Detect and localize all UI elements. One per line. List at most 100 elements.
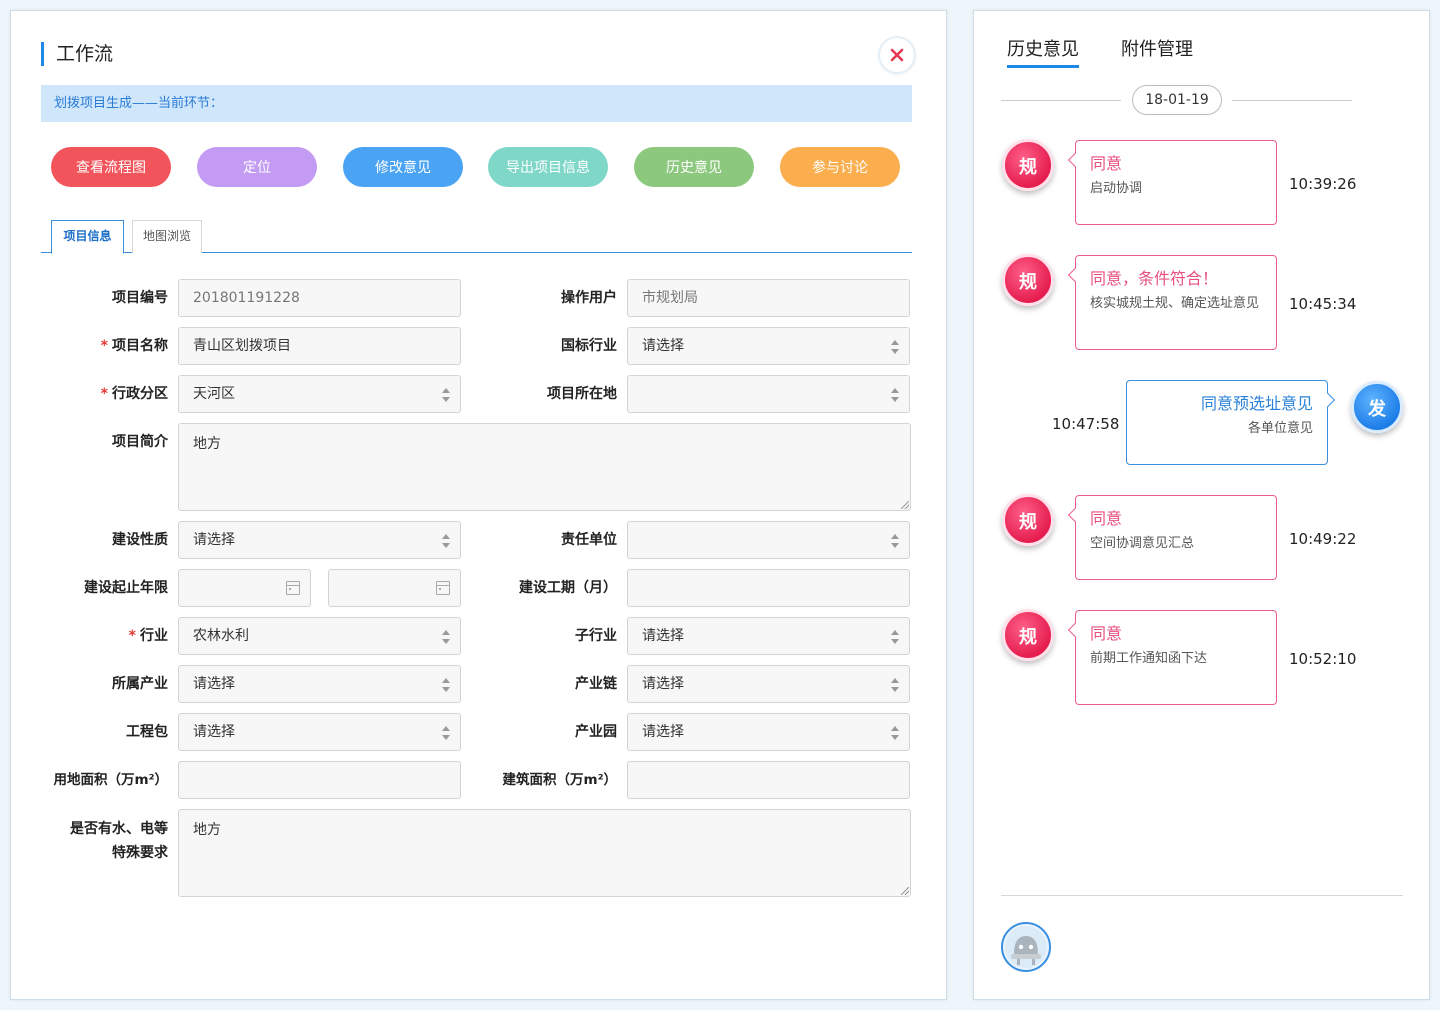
- select-arrows-icon: [442, 726, 450, 740]
- sector-select[interactable]: 请选择: [178, 665, 461, 703]
- tab-attachment[interactable]: 附件管理: [1121, 37, 1193, 63]
- message-sub: 启动协调: [1090, 181, 1143, 196]
- discussion-button[interactable]: 参与讨论: [780, 147, 900, 187]
- special-req-textarea[interactable]: 地方: [178, 809, 911, 897]
- select-arrows-icon: [891, 388, 899, 402]
- build-area-field[interactable]: [627, 761, 910, 799]
- calendar-icon[interactable]: [436, 581, 450, 595]
- build-nature-select[interactable]: 请选择: [178, 521, 461, 559]
- select-arrows-icon: [891, 678, 899, 692]
- panel-title: 工作流: [41, 42, 113, 66]
- user-avatar[interactable]: [1001, 922, 1051, 972]
- package-label: 工程包: [126, 724, 168, 740]
- location-label: 项目所在地: [547, 386, 617, 402]
- package-select[interactable]: 请选择: [178, 713, 461, 751]
- special-req-label: 是否有水、电等 特殊要求: [70, 821, 168, 861]
- message-bubble: 同意，条件符合！ 核实城规土规、确定选址意见: [1067, 255, 1277, 350]
- current-step-notice: 划拨项目生成——当前环节：: [41, 85, 912, 122]
- message-bubble: 同意 启动协调: [1067, 140, 1277, 225]
- park-select[interactable]: 请选择: [627, 713, 910, 751]
- required-mark: *: [100, 386, 108, 402]
- action-toolbar: 查看流程图 定位 修改意见 导出项目信息 历史意见 参与讨论: [51, 147, 901, 187]
- industry-select[interactable]: 农林水利: [178, 617, 461, 655]
- avatar: 规: [1002, 254, 1054, 306]
- select-arrows-icon: [891, 630, 899, 644]
- avatar: 规: [1002, 494, 1054, 546]
- close-icon: [890, 48, 904, 62]
- message-sub: 核实城规土规、确定选址意见: [1090, 296, 1260, 311]
- build-start-date[interactable]: [178, 569, 311, 607]
- divider: [1232, 100, 1352, 101]
- park-label: 产业园: [575, 724, 617, 740]
- history-opinion-button[interactable]: 历史意见: [634, 147, 754, 187]
- tab-map-browse[interactable]: 地图浏览: [132, 220, 202, 253]
- resize-grip-icon[interactable]: [901, 501, 909, 509]
- bubble-tail: [1320, 392, 1336, 408]
- industry-label: * 行业: [128, 628, 168, 644]
- land-area-field[interactable]: [178, 761, 461, 799]
- info-tabs: 项目信息 地图浏览: [41, 220, 912, 254]
- message-time: 10:47:58: [1052, 415, 1120, 433]
- operator-field[interactable]: 市规划局: [627, 279, 910, 317]
- view-flowchart-button[interactable]: 查看流程图: [51, 147, 171, 187]
- build-period-field[interactable]: [627, 569, 910, 607]
- resp-unit-label: 责任单位: [561, 532, 617, 548]
- message-time: 10:49:22: [1289, 530, 1357, 548]
- message-sub: 空间协调意见汇总: [1090, 536, 1195, 551]
- land-area-label: 用地面积（万m²）: [53, 772, 168, 788]
- build-nature-label: 建设性质: [112, 532, 168, 548]
- tab-project-info[interactable]: 项目信息: [51, 220, 124, 254]
- sector-label: 所属产业: [112, 676, 168, 692]
- project-name-field[interactable]: 青山区划拨项目: [178, 327, 461, 365]
- sub-industry-select[interactable]: 请选择: [627, 617, 910, 655]
- opinion-panel: 历史意见 附件管理 18-01-19 规 同意 启动协调 10:39:26 规 …: [973, 10, 1430, 1000]
- message-sub: 前期工作通知函下达: [1090, 651, 1208, 666]
- select-arrows-icon: [442, 534, 450, 548]
- locate-button[interactable]: 定位: [197, 147, 317, 187]
- divider: [1001, 100, 1121, 101]
- message-time: 10:45:34: [1289, 295, 1357, 313]
- avatar: 发: [1351, 381, 1403, 433]
- select-arrows-icon: [442, 630, 450, 644]
- resize-grip-icon[interactable]: [901, 887, 909, 895]
- message-time: 10:52:10: [1289, 650, 1357, 668]
- select-arrows-icon: [891, 534, 899, 548]
- message-time: 10:39:26: [1289, 175, 1357, 193]
- district-select[interactable]: 天河区: [178, 375, 461, 413]
- select-arrows-icon: [891, 726, 899, 740]
- chain-label: 产业链: [575, 676, 617, 692]
- message-bubble: 同意预选址意见 各单位意见: [1126, 380, 1336, 465]
- sub-industry-label: 子行业: [575, 628, 617, 644]
- bubble-tail: [1067, 507, 1083, 523]
- summary-textarea[interactable]: 地方: [178, 423, 911, 511]
- calendar-icon[interactable]: [286, 581, 300, 595]
- location-select[interactable]: [627, 375, 910, 413]
- export-project-button[interactable]: 导出项目信息: [488, 147, 608, 187]
- edit-opinion-button[interactable]: 修改意见: [343, 147, 463, 187]
- date-badge: 18-01-19: [1132, 85, 1222, 115]
- build-end-date[interactable]: [328, 569, 461, 607]
- tab-history-opinion[interactable]: 历史意见: [1007, 37, 1079, 68]
- close-button[interactable]: [880, 38, 914, 72]
- message-title: 同意预选址意见: [1200, 394, 1313, 413]
- bubble-tail: [1067, 622, 1083, 638]
- bubble-tail: [1067, 152, 1083, 168]
- chain-select[interactable]: 请选择: [627, 665, 910, 703]
- divider: [1001, 895, 1403, 896]
- message-bubble: 同意 前期工作通知函下达: [1067, 610, 1277, 705]
- project-no-field[interactable]: 201801191228: [178, 279, 461, 317]
- bubble-tail: [1067, 267, 1083, 283]
- select-arrows-icon: [442, 678, 450, 692]
- operator-label: 操作用户: [561, 290, 617, 306]
- summary-label: 项目简介: [112, 434, 168, 450]
- avatar: 规: [1002, 139, 1054, 191]
- required-mark: *: [100, 338, 108, 354]
- industry-std-select[interactable]: 请选择: [627, 327, 910, 365]
- message-title: 同意: [1090, 509, 1123, 528]
- message-title: 同意: [1090, 154, 1123, 173]
- robot-avatar-icon: [1005, 926, 1047, 968]
- project-name-label: * 项目名称: [100, 338, 168, 354]
- resp-unit-select[interactable]: [627, 521, 910, 559]
- message-sub: 各单位意见: [1247, 421, 1313, 436]
- build-years-label: 建设起止年限: [84, 580, 168, 596]
